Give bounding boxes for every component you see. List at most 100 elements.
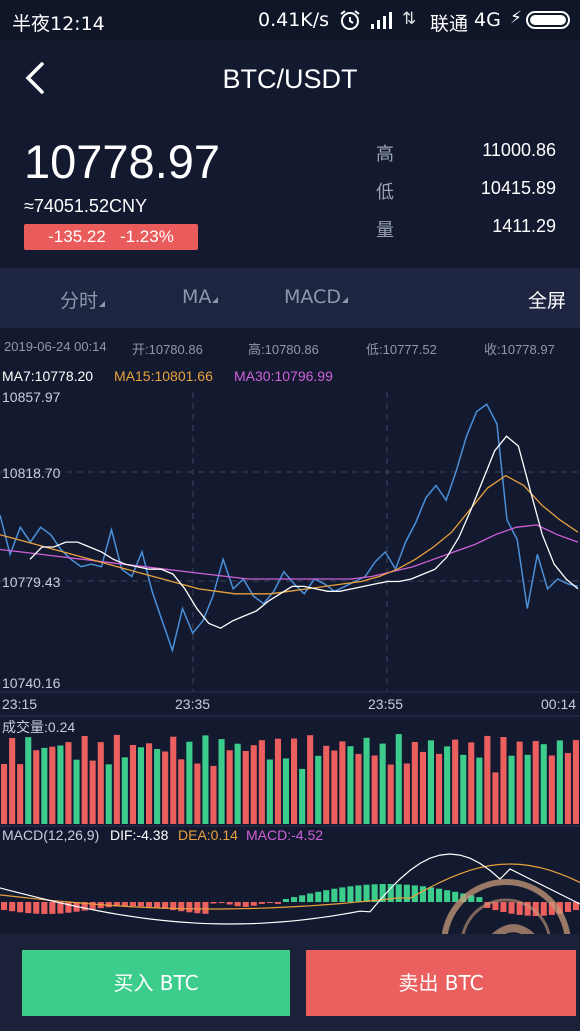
fullscreen-button[interactable]: 全屏: [528, 286, 566, 313]
macd-bar: [210, 902, 217, 904]
macd-params: MACD(12,26,9): [2, 827, 99, 843]
volume-bar: [250, 745, 257, 824]
macd-bar: [347, 886, 354, 902]
tab-ma[interactable]: MA: [182, 286, 219, 308]
volume-bar: [347, 746, 354, 824]
volume-bar: [121, 757, 128, 824]
sell-button[interactable]: 卖出 BTC: [306, 950, 576, 1016]
macd-bar: [411, 885, 418, 902]
dropdown-triangle-icon: [99, 301, 106, 307]
close-value: 收:10778.97: [484, 342, 555, 357]
volume-bars: [1, 734, 579, 824]
volume-bar: [307, 735, 314, 824]
ma30-legend: MA30:10796.99: [234, 368, 333, 384]
volume-bar: [484, 735, 491, 824]
signal-icon: [371, 12, 392, 29]
price-axis-lower: 10779.43: [2, 574, 61, 590]
volume-bar: [468, 742, 475, 824]
low-value: 10415.89: [480, 178, 556, 198]
buy-button[interactable]: 买入 BTC: [22, 950, 290, 1016]
volume-bar: [371, 755, 378, 824]
volume-bar: [202, 735, 209, 824]
time-label: 23:15: [2, 696, 37, 712]
volume-bar: [113, 734, 120, 824]
tab-macd[interactable]: MACD: [284, 286, 348, 308]
volume-bar: [49, 746, 56, 824]
volume-bar: [65, 742, 72, 824]
volume-bar: [444, 746, 451, 824]
volume-bar: [476, 757, 483, 824]
macd-bar: [234, 902, 241, 907]
high-value: 高:10780.86: [248, 342, 319, 357]
volume-bar: [548, 755, 555, 824]
macd-bar: [291, 897, 298, 902]
volume-bar: [339, 741, 346, 824]
volume-bar: [291, 738, 298, 824]
macd-bar: [49, 902, 56, 914]
cny-price: ≈74051.52CNY: [24, 196, 147, 216]
ma7-legend: MA7:10778.20: [2, 368, 93, 384]
ohlc-row: 2019-06-24 00:14 开:10780.86 高:10780.86 低…: [0, 328, 580, 364]
volume-bar: [419, 751, 426, 824]
low-value: 低:10777.52: [366, 342, 437, 357]
macd-legend: MACD(12,26,9) DIF:-4.38 DEA:0.14 MACD:-4…: [2, 827, 323, 843]
macd-bar: [323, 890, 330, 902]
change-badge: -135.22 -1.23%: [24, 224, 198, 250]
volume-bar: [242, 751, 249, 824]
macd-bar: [258, 902, 265, 904]
change-text: -135.22 -1.23%: [48, 227, 174, 246]
macd-bar: [146, 902, 153, 907]
alarm-icon: [340, 10, 360, 30]
volume-bar: [170, 736, 177, 824]
volume-bar: [146, 743, 153, 824]
price-axis-top: 10857.97: [2, 389, 61, 405]
last-price: 10778.97: [24, 135, 221, 188]
low-label: 低: [376, 182, 394, 203]
volume-bar: [492, 772, 499, 824]
volume-bar: [154, 749, 161, 824]
volume-value: 1411.29: [492, 216, 556, 236]
volume-bar: [556, 740, 563, 824]
volume-bar: [436, 753, 443, 824]
volume-bar: [540, 744, 547, 824]
volume-bar: [500, 737, 507, 824]
macd-bar: [89, 902, 96, 910]
tab-label: MACD: [284, 286, 341, 308]
macd-bar: [395, 884, 402, 902]
macd-bar: [1, 902, 8, 910]
sim-swap-icon: ⇅: [402, 9, 417, 29]
macd-bar: [299, 895, 306, 902]
carrier-name: 联通: [430, 13, 469, 35]
volume-bar: [532, 741, 539, 824]
kline-chart[interactable]: MA7:10778.20 MA15:10801.66 MA30:10796.99…: [0, 364, 580, 934]
volume-bar: [210, 765, 217, 824]
macd-bar: [33, 902, 40, 914]
volume-bar: [57, 745, 64, 824]
volume-bar: [218, 739, 225, 824]
volume-bar: [395, 734, 402, 824]
volume-bar: [508, 755, 515, 824]
network-speed: 0.41K/s: [258, 9, 330, 31]
volume-bar: [25, 737, 32, 824]
price-line: [0, 403, 579, 654]
volume-bar: [460, 754, 467, 824]
volume-bar: [363, 737, 370, 824]
tab-timeshare[interactable]: 分时: [60, 286, 106, 313]
macd-dea: DEA:0.14: [178, 827, 238, 843]
macd-bar: [250, 902, 257, 906]
macd-bar: [274, 902, 281, 904]
header: BTC/USDT: [0, 40, 580, 118]
high-label: 高: [376, 144, 394, 165]
macd-bar: [129, 902, 136, 906]
macd-bar: [178, 902, 185, 912]
macd-value: MACD:-4.52: [246, 827, 323, 843]
macd-bar: [339, 887, 346, 902]
volume-bar: [315, 755, 322, 824]
ma30-line: [0, 524, 579, 580]
status-time: 半夜12:14: [12, 13, 105, 35]
macd-bar: [194, 902, 201, 914]
macd-bar: [137, 902, 144, 907]
volume-bar: [266, 759, 273, 824]
volume-bar: [516, 741, 523, 824]
charging-icon: ⚡: [510, 8, 522, 28]
